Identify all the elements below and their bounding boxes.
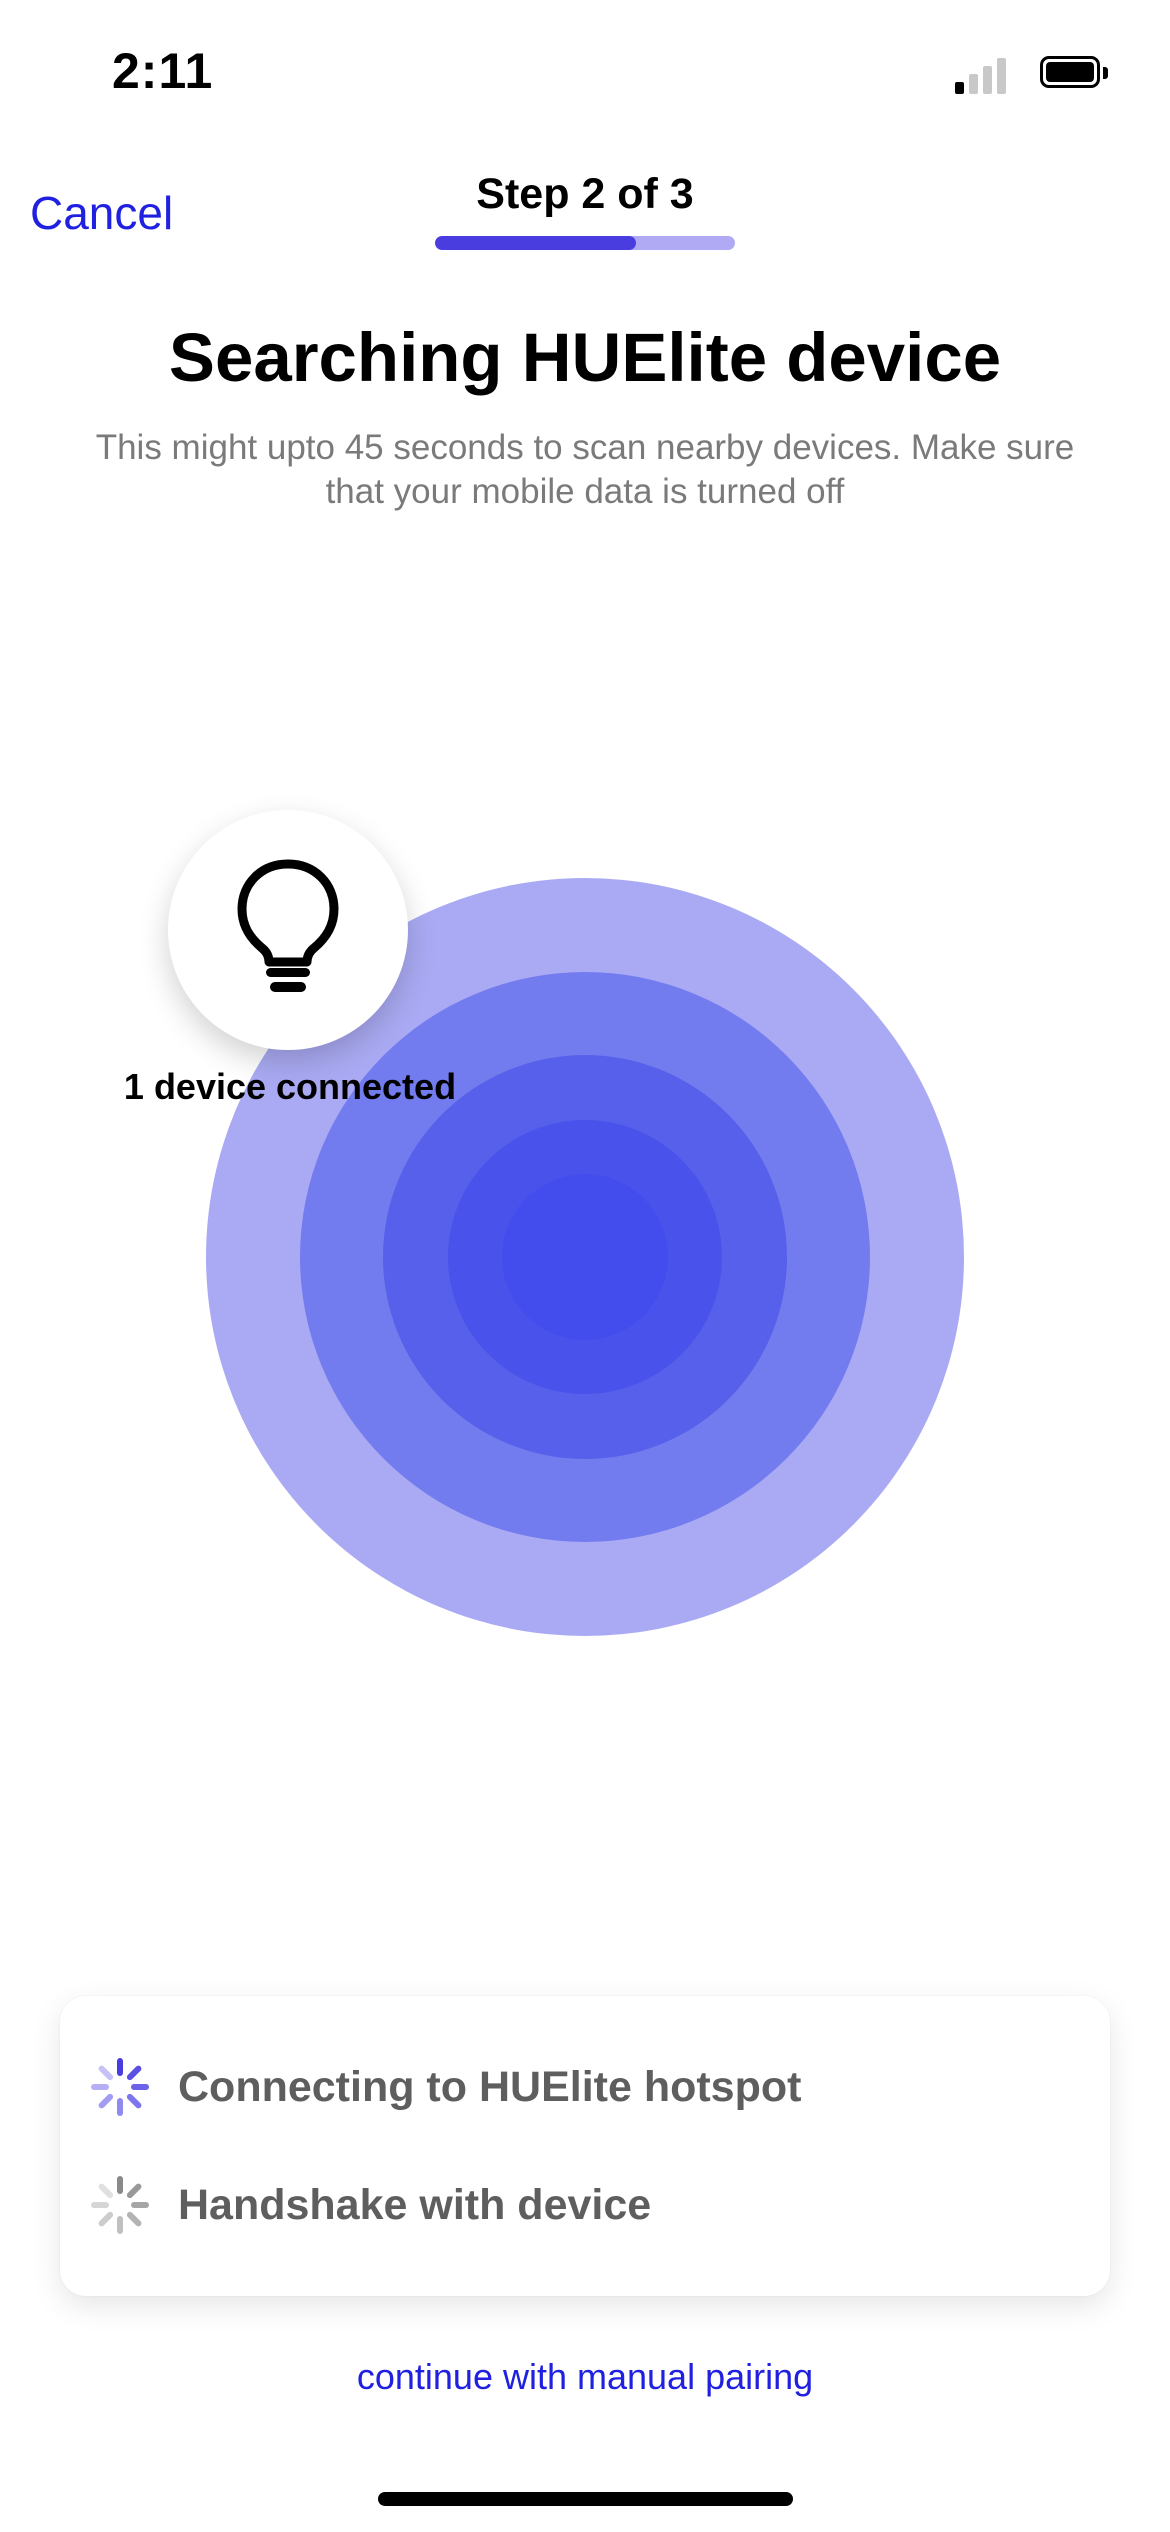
device-connected-label: 1 device connected	[123, 1066, 457, 1107]
lightbulb-icon	[237, 859, 339, 992]
step-indicator: Step 2 of 3	[476, 170, 694, 218]
status-time: 2:11	[112, 43, 214, 99]
step-progress-fill	[435, 236, 636, 250]
status-item-handshake: Handshake with device	[88, 2170, 651, 2240]
manual-pairing-link[interactable]: continue with manual pairing	[0, 2356, 1170, 2398]
radar-ring-3	[383, 1055, 787, 1459]
connection-status-card: Connecting to HUElite hotspot Handshake …	[60, 1996, 1110, 2296]
status-bar: 2:11	[0, 0, 1170, 150]
home-indicator[interactable]	[378, 2492, 793, 2506]
status-item-hotspot: Connecting to HUElite hotspot	[88, 2052, 801, 2122]
spinner-icon	[91, 2176, 149, 2234]
page-subtitle: This might upto 45 seconds to scan nearb…	[95, 428, 1075, 511]
device-bubble[interactable]	[168, 810, 408, 1050]
page-title: Searching HUElite device	[168, 319, 1002, 396]
spinner-icon	[91, 2058, 149, 2116]
signal-icon	[955, 54, 1010, 94]
battery-icon	[1040, 56, 1110, 92]
status-item-label: Handshake with device	[178, 2180, 652, 2229]
radar-ring-4	[448, 1120, 722, 1394]
status-item-label: Connecting to HUElite hotspot	[178, 2062, 802, 2111]
radar-ring-2	[300, 972, 870, 1542]
radar-ring-5	[502, 1174, 668, 1340]
step-progress-bar	[435, 236, 735, 250]
